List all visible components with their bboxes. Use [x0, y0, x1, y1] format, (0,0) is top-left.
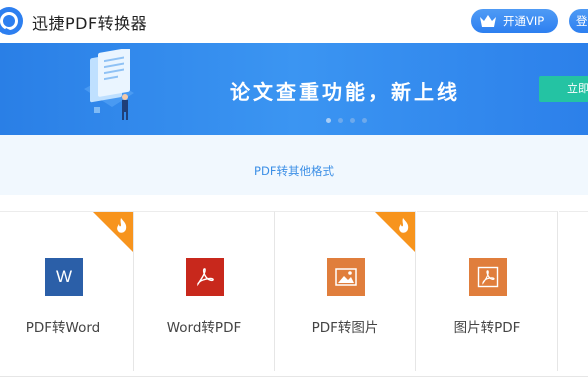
category-title[interactable]: PDF转其他格式	[0, 163, 588, 179]
vip-button[interactable]: 开通VIP	[471, 9, 558, 33]
tool-grid: W PDF转Word Word转PDF PDF转图片 图片转PDF	[0, 211, 588, 386]
promo-banner[interactable]: 论文查重功能，新上线 立即	[0, 43, 588, 135]
carousel-dot[interactable]	[362, 118, 367, 123]
image-icon	[327, 258, 365, 296]
tool-card-pdf-to-word[interactable]: W PDF转Word	[0, 211, 134, 371]
header: 迅捷PDF转换器 开通VIP 登	[0, 0, 588, 42]
banner-headline: 论文查重功能，新上线	[230, 80, 460, 104]
next-row-divider	[0, 376, 588, 386]
carousel-dots	[326, 118, 367, 123]
document-illustration-icon	[84, 49, 134, 120]
carousel-dot[interactable]	[350, 118, 355, 123]
vip-button-label: 开通VIP	[503, 14, 545, 28]
app-logo-icon	[0, 7, 23, 35]
crown-icon	[480, 15, 496, 27]
carousel-dot[interactable]	[326, 118, 331, 123]
tool-card-word-to-pdf[interactable]: Word转PDF	[134, 211, 275, 371]
tool-label: 图片转PDF	[453, 320, 521, 336]
hot-badge-icon	[375, 212, 415, 252]
tool-card-image-to-pdf[interactable]: 图片转PDF	[417, 211, 558, 371]
login-button[interactable]: 登	[569, 9, 588, 33]
tool-label: Word转PDF	[166, 320, 242, 336]
tool-label: PDF转图片	[311, 320, 379, 336]
word-icon: W	[45, 258, 83, 296]
tool-card-pdf-to-image[interactable]: PDF转图片	[275, 211, 416, 371]
image-to-pdf-icon	[469, 258, 507, 296]
banner-action-button[interactable]: 立即	[539, 76, 588, 102]
category-strip: PDF转其他格式	[0, 135, 588, 195]
tool-label: PDF转Word	[25, 320, 101, 336]
app-title: 迅捷PDF转换器	[32, 14, 148, 33]
tool-card-partial[interactable]	[559, 211, 588, 371]
hot-badge-icon	[93, 212, 133, 252]
carousel-dot[interactable]	[338, 118, 343, 123]
pdf-icon	[186, 258, 224, 296]
